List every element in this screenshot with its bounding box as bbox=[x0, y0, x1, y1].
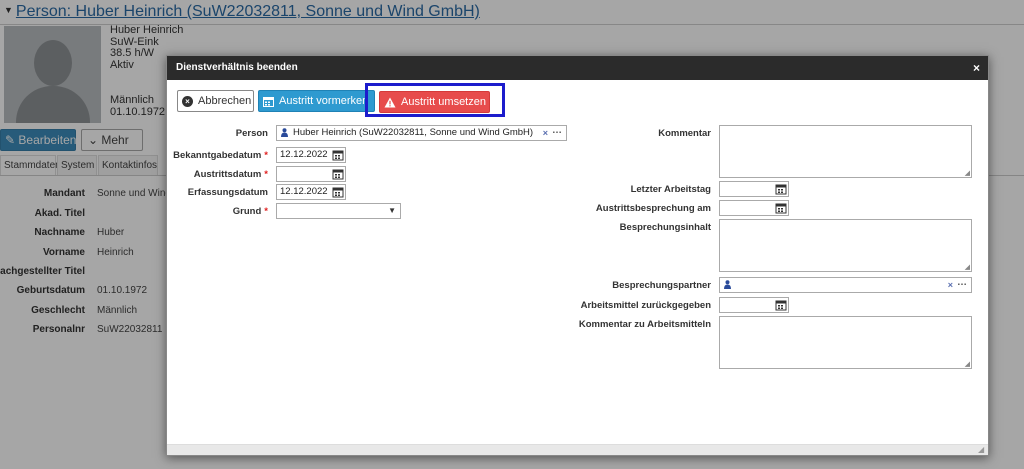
clear-icon[interactable]: × bbox=[948, 278, 953, 292]
arbeitsmittel-date-input[interactable] bbox=[719, 297, 789, 313]
letzter-arbeitstag-input[interactable] bbox=[719, 181, 789, 197]
resize-grip-icon[interactable]: ◢ bbox=[965, 361, 970, 368]
chevron-down-icon: ▼ bbox=[388, 206, 396, 215]
besprechungsinhalt-textarea[interactable]: ◢ bbox=[719, 219, 972, 272]
kommentar-arbeitsmittel-textarea[interactable]: ◢ bbox=[719, 316, 972, 369]
austritt-date-input[interactable] bbox=[276, 166, 346, 182]
besprechungspartner-select[interactable]: × … bbox=[719, 277, 972, 293]
person-icon bbox=[724, 280, 731, 289]
more-options-icon[interactable]: … bbox=[552, 126, 562, 138]
austritt-label: Austrittsdatum * bbox=[193, 169, 268, 180]
bekanntgabe-label: Bekanntgabedatum * bbox=[173, 150, 268, 161]
calendar-icon[interactable] bbox=[332, 186, 344, 198]
kommentar-arbeitsmittel-label: Kommentar zu Arbeitsmitteln bbox=[578, 319, 711, 330]
kommentar-textarea[interactable]: ◢ bbox=[719, 125, 972, 178]
grund-label: Grund * bbox=[232, 206, 268, 217]
dialog-title: Dienstverhältnis beenden bbox=[176, 62, 298, 73]
resize-grip-icon[interactable]: ◢ bbox=[965, 264, 970, 271]
person-label: Person bbox=[235, 128, 268, 139]
besprechung-am-label: Austrittsbesprechung am bbox=[595, 203, 711, 214]
cancel-button[interactable]: × Abbrechen bbox=[177, 90, 254, 112]
besprechung-am-input[interactable] bbox=[719, 200, 789, 216]
dialog-footer: ◢ bbox=[167, 444, 988, 455]
dialog-header: Dienstverhältnis beenden × bbox=[167, 56, 988, 80]
resize-grip-icon[interactable]: ◢ bbox=[965, 170, 970, 177]
cancel-icon: × bbox=[182, 95, 193, 107]
erfassung-label: Erfassungsdatum bbox=[187, 187, 268, 198]
end-employment-dialog: Dienstverhältnis beenden × × Abbrechen A… bbox=[166, 55, 989, 456]
besprechungspartner-label: Besprechungspartner bbox=[612, 280, 711, 291]
erfassung-date-input[interactable]: 12.12.2022 bbox=[276, 184, 346, 200]
arbeitsmittel-label: Arbeitsmittel zurückgegeben bbox=[580, 300, 711, 311]
resize-grip-icon[interactable]: ◢ bbox=[978, 446, 986, 454]
mark-exit-button[interactable]: Austritt vormerken bbox=[258, 90, 375, 112]
calendar-icon bbox=[263, 96, 274, 107]
letzter-arbeitstag-label: Letzter Arbeitstag bbox=[630, 184, 711, 195]
calendar-icon[interactable] bbox=[332, 149, 344, 161]
bekanntgabe-date-input[interactable]: 12.12.2022 bbox=[276, 147, 346, 163]
close-icon[interactable]: × bbox=[973, 56, 980, 80]
besprechungsinhalt-label: Besprechungsinhalt bbox=[619, 222, 711, 233]
person-icon bbox=[281, 128, 288, 137]
calendar-icon[interactable] bbox=[775, 202, 787, 214]
person-select[interactable]: Huber Heinrich (SuW22032811, Sonne und W… bbox=[276, 125, 567, 141]
highlight-annotation bbox=[365, 83, 505, 117]
more-options-icon[interactable]: … bbox=[957, 278, 967, 290]
calendar-icon[interactable] bbox=[332, 168, 344, 180]
calendar-icon[interactable] bbox=[775, 183, 787, 195]
calendar-icon[interactable] bbox=[775, 299, 787, 311]
kommentar-label: Kommentar bbox=[658, 128, 711, 139]
clear-icon[interactable]: × bbox=[543, 126, 548, 140]
grund-select[interactable]: ▼ bbox=[276, 203, 401, 219]
